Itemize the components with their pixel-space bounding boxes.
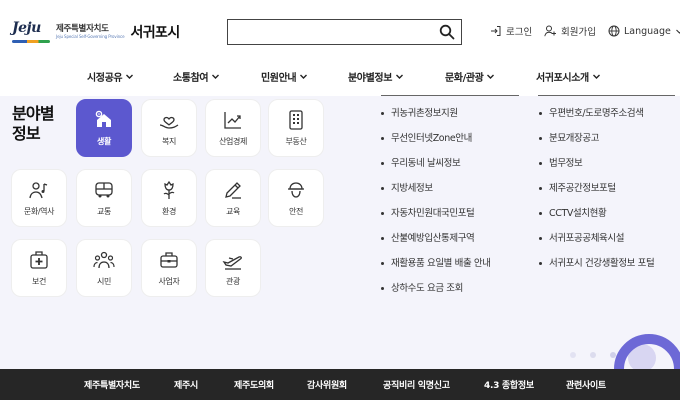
airplane-icon [222,256,242,270]
search-input[interactable] [228,20,428,45]
quick-link[interactable]: 산불예방입산통제구역 [381,226,491,251]
field-info-panel: 분야별 정보 생활 복지 산업경제 부동산 문화/역사 교통 환경 교육 안전 … [0,96,680,369]
gnb-item-civil-service[interactable]: 민원안내 [261,66,308,86]
site-header: Jeju 제주특별자치도 Jeju Special Self-Governing… [0,0,680,62]
chevron-down-icon [126,74,134,79]
chevron-down-icon [487,74,495,79]
person-music-icon [29,182,48,199]
quick-link[interactable]: 자동차민원대국민포털 [381,201,491,226]
decorative-dot [570,352,576,358]
pencil-icon [225,182,241,199]
gnb-item-city-intro[interactable]: 서귀포시소개 [536,66,601,86]
quick-link[interactable]: 서귀포공공체육시설 [539,226,654,251]
search-icon[interactable] [439,24,455,40]
logo-province: 제주특별자치도 [56,23,109,34]
gnb-item-participation[interactable]: 소통참여 [173,66,220,86]
logo-city-name: 서귀포시 [130,25,181,41]
search-box [227,19,462,45]
people-icon [93,251,115,269]
join-link[interactable]: 회원가입 [544,22,596,40]
decorative-dot [590,352,596,358]
category-tile-transport[interactable]: 교통 [76,169,132,227]
quick-link[interactable]: 귀농귀촌정보지원 [381,101,491,126]
bus-icon [95,182,113,198]
briefcase-icon [160,252,178,268]
quick-links-left: 귀농귀촌정보지원 무선인터넷Zone안내 우리동네 날씨정보 지방세정보 자동차… [381,101,491,301]
quick-link[interactable]: 재활용품 요일별 배출 안내 [381,251,491,276]
quick-link[interactable]: 지방세정보 [381,176,491,201]
category-tile-business[interactable]: 사업자 [141,239,197,297]
medical-kit-icon [30,251,48,269]
quick-link[interactable]: 서귀포시 건강생활정보 포털 [539,251,655,276]
category-tile-health[interactable]: 보건 [11,239,67,297]
home-gear-icon [95,110,111,127]
heart-hand-icon [159,116,179,129]
building-icon [289,110,303,130]
chevron-down-icon [300,74,308,79]
main-navigation: 시정공유 소통참여 민원안내 분야별정보 문화/관광 서귀포시소개 [0,62,680,97]
quick-link[interactable]: 무선인터넷Zone안내 [381,126,491,151]
chevron-down-icon [592,74,600,79]
category-tile-culture-history[interactable]: 문화/역사 [11,169,67,227]
quick-link[interactable]: 우편번호/도로명주소검색 [539,101,654,126]
category-tile-real-estate[interactable]: 부동산 [268,99,324,157]
quick-links-right: 우편번호/도로명주소검색 분묘개장공고 법무정보 제주공간정보포털 CCTV설치… [539,101,655,276]
quick-link[interactable]: 우리동네 날씨정보 [381,151,491,176]
gnb-item-culture-tourism[interactable]: 문화/관광 [445,66,495,86]
footer-link[interactable]: 4.3 종합정보 [484,378,534,391]
category-tile-environment[interactable]: 환경 [141,169,197,227]
footer-link[interactable]: 관련사이트 [566,378,606,391]
quick-link[interactable]: 분묘개장공고 [539,126,654,151]
add-user-icon [544,25,556,37]
category-tile-tourism[interactable]: 관광 [205,239,261,297]
category-tile-education[interactable]: 교육 [205,169,261,227]
category-tile-life[interactable]: 생활 [76,99,132,157]
category-tile-welfare[interactable]: 복지 [141,99,197,157]
category-tile-industry[interactable]: 산업경제 [205,99,261,157]
trend-chart-icon [224,112,241,129]
category-tile-safety[interactable]: 안전 [268,169,324,227]
logo-province-en: Jeju Special Self-Governing Province [56,34,125,40]
chevron-down-icon [396,74,404,79]
category-tile-citizen[interactable]: 시민 [76,239,132,297]
footer-link[interactable]: 공직비리 익명신고 [383,378,450,391]
footer-link[interactable]: 감사위원회 [307,378,347,391]
login-icon [491,26,501,36]
footer-link[interactable]: 제주특별자치도 [84,378,140,391]
related-sites-footer: 제주특별자치도 제주시 제주도의회 감사위원회 공직비리 익명신고 4.3 종합… [0,369,680,400]
language-selector[interactable]: Language [608,22,680,40]
quick-link[interactable]: 제주공간정보포털 [539,176,654,201]
site-logo[interactable]: Jeju 제주특별자치도 Jeju Special Self-Governing… [12,18,180,46]
chevron-down-icon [676,29,680,34]
jeju-logo-mark: Jeju [12,18,52,46]
login-link[interactable]: 로그인 [490,22,532,40]
quick-link[interactable]: CCTV설치현황 [539,201,654,226]
globe-icon [608,25,620,37]
quick-link[interactable]: 법무정보 [539,151,654,176]
footer-link[interactable]: 제주도의회 [234,378,274,391]
gnb-item-city-policy[interactable]: 시정공유 [87,66,134,86]
chevron-down-icon [212,74,220,79]
gnb-item-field-info[interactable]: 분야별정보 [348,66,404,86]
flower-icon [163,180,175,199]
helmet-icon [288,182,304,198]
footer-link[interactable]: 제주시 [174,378,198,391]
decorative-ring [614,334,680,369]
section-title: 분야별 정보 [12,104,55,143]
quick-link[interactable]: 상하수도 요금 조회 [381,276,491,301]
